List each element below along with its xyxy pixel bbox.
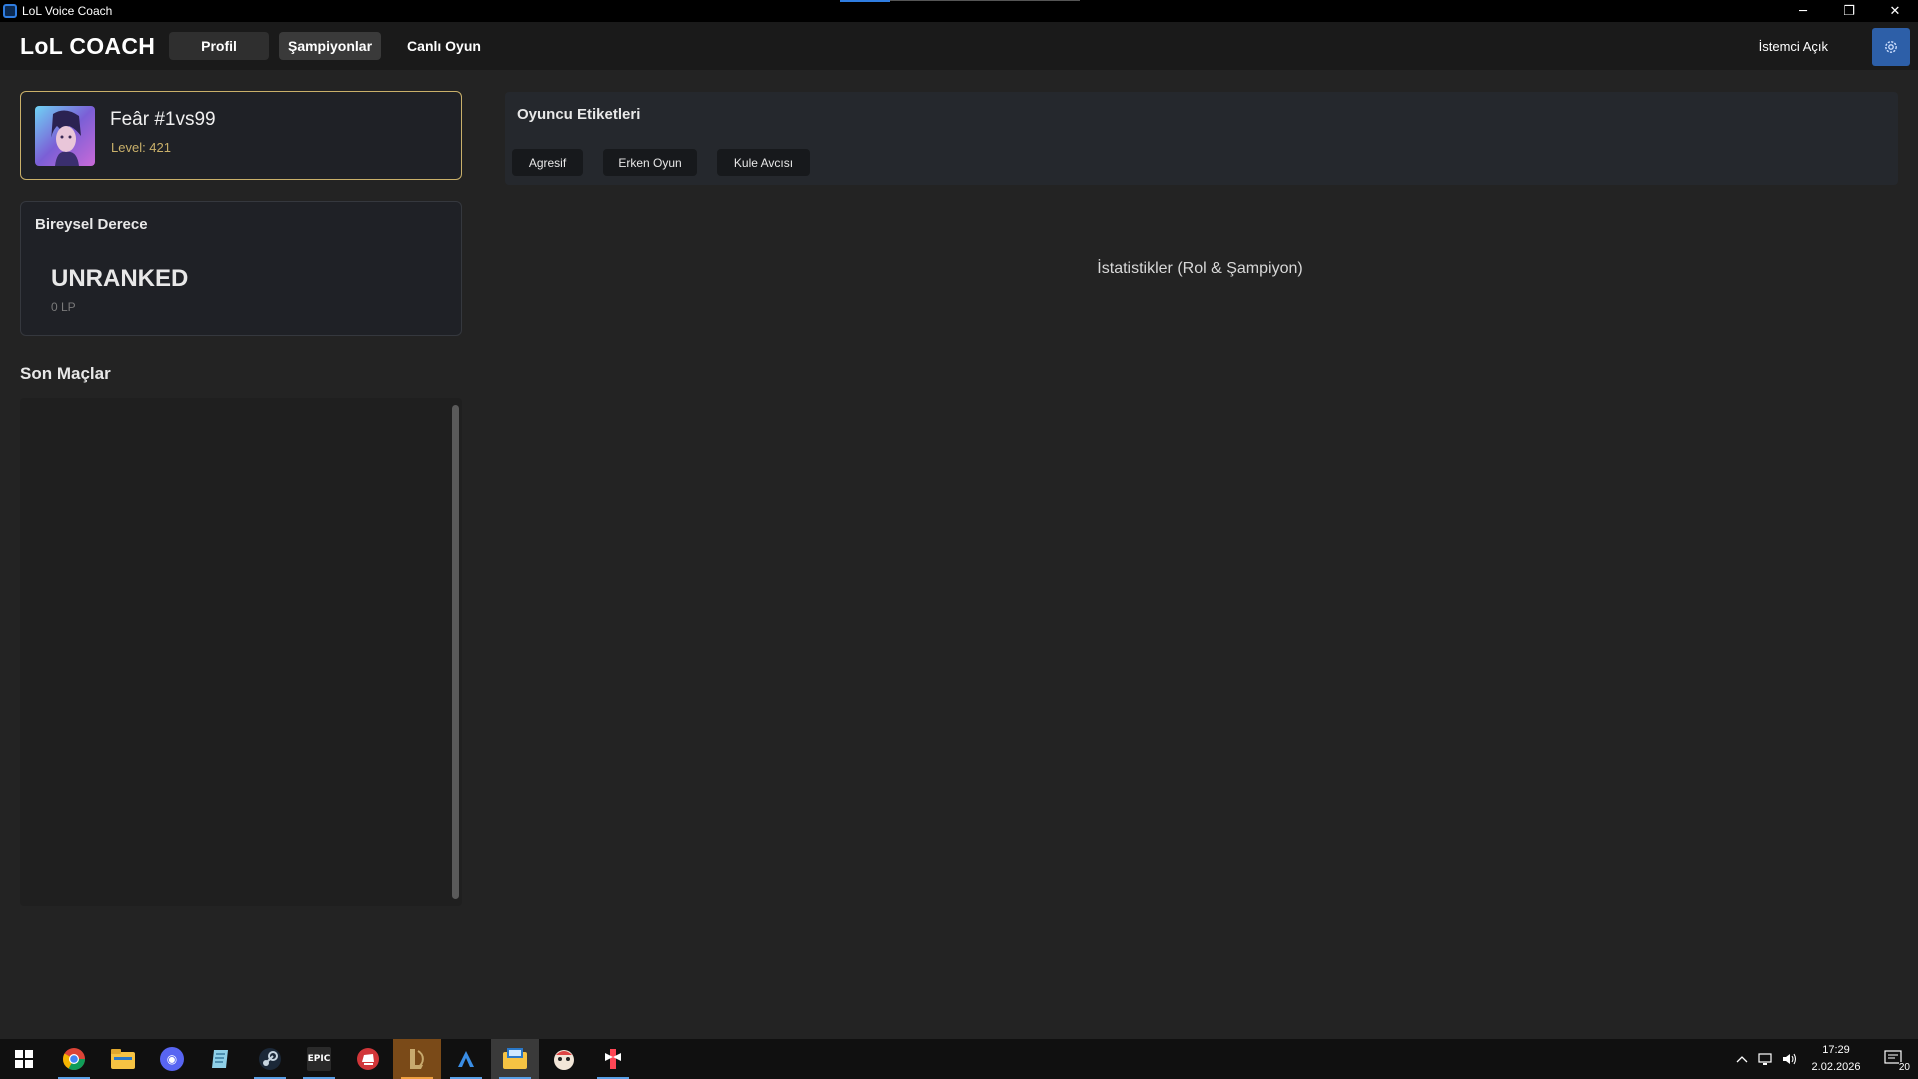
- tag-tower-hunter: Kule Avcısı: [717, 149, 810, 176]
- maximize-button[interactable]: ❐: [1826, 0, 1872, 22]
- solo-rank-card: Bireysel Derece UNRANKED 0 LP: [20, 201, 462, 336]
- tag-early-game: Erken Oyun: [603, 149, 697, 176]
- window-title: LoL Voice Coach: [22, 4, 113, 18]
- rank-tier: UNRANKED: [51, 265, 189, 292]
- windows-start-icon[interactable]: [0, 1039, 48, 1079]
- recent-matches-list[interactable]: [20, 398, 462, 906]
- network-icon[interactable]: [1756, 1039, 1776, 1079]
- notification-count: 20: [1898, 1062, 1910, 1073]
- notification-center-icon[interactable]: 20: [1878, 1039, 1912, 1079]
- discord-icon[interactable]: ◉: [148, 1039, 196, 1079]
- steam-icon[interactable]: [246, 1039, 294, 1079]
- app-logo: LoL COACH: [20, 32, 156, 59]
- lol-voice-coach-icon[interactable]: [491, 1039, 539, 1079]
- gear-icon: [1885, 41, 1897, 53]
- app-icon: [3, 4, 17, 18]
- window-titlebar: LoL Voice Coach ─ ❐ ✕: [0, 0, 1918, 22]
- system-clock[interactable]: 17:29 2.02.2026: [1806, 1039, 1866, 1079]
- titlebar-divider: [890, 0, 1080, 1]
- tag-aggressive: Agresif: [512, 149, 583, 176]
- epic-games-label: EPIC: [307, 1047, 331, 1071]
- clock-time: 17:29: [1822, 1044, 1850, 1056]
- tab-profile[interactable]: Profil: [169, 32, 269, 60]
- game-pet-icon[interactable]: [540, 1039, 588, 1079]
- close-button[interactable]: ✕: [1872, 0, 1918, 22]
- matches-scrollbar[interactable]: [452, 405, 459, 899]
- profile-card: Feâr #1vs99 Level: 421: [20, 91, 462, 180]
- riot-client-icon[interactable]: [344, 1039, 392, 1079]
- avatar: [35, 106, 95, 166]
- valorant-icon[interactable]: [589, 1039, 637, 1079]
- app-a-icon[interactable]: [442, 1039, 490, 1079]
- clock-date: 2.02.2026: [1811, 1061, 1861, 1073]
- tab-champions[interactable]: Şampiyonlar: [279, 32, 381, 60]
- volume-icon[interactable]: [1780, 1039, 1800, 1079]
- rank-lp: 0 LP: [51, 300, 76, 314]
- top-nav: LoL COACH Profil Şampiyonlar Canlı Oyun …: [0, 22, 1918, 70]
- titlebar-accent-line: [840, 0, 890, 2]
- epic-games-icon[interactable]: EPIC: [295, 1039, 343, 1079]
- stats-title: İstatistikler (Rol & Şampiyon): [1097, 260, 1303, 277]
- league-client-icon[interactable]: [393, 1039, 441, 1079]
- settings-button[interactable]: [1872, 28, 1910, 66]
- chevron-up-icon[interactable]: [1734, 1039, 1750, 1079]
- taskbar: ◉ EPIC 17:29 2.02.2026 20: [0, 1039, 1918, 1079]
- minimize-button[interactable]: ─: [1780, 0, 1826, 22]
- rank-title: Bireysel Derece: [35, 216, 148, 233]
- client-status: İstemci Açık: [1758, 38, 1828, 54]
- tab-live-game[interactable]: Canlı Oyun: [394, 32, 494, 60]
- file-explorer-icon[interactable]: [99, 1039, 147, 1079]
- summoner-name: Feâr #1vs99: [110, 109, 216, 130]
- player-tags-panel: Oyuncu Etiketleri Agresif Erken Oyun Kul…: [505, 92, 1898, 185]
- recent-matches-title: Son Maçlar: [20, 364, 111, 383]
- summoner-level: Level: 421: [111, 140, 171, 155]
- player-tags-title: Oyuncu Etiketleri: [517, 106, 641, 123]
- notepad-icon[interactable]: [197, 1039, 245, 1079]
- chrome-icon[interactable]: [50, 1039, 98, 1079]
